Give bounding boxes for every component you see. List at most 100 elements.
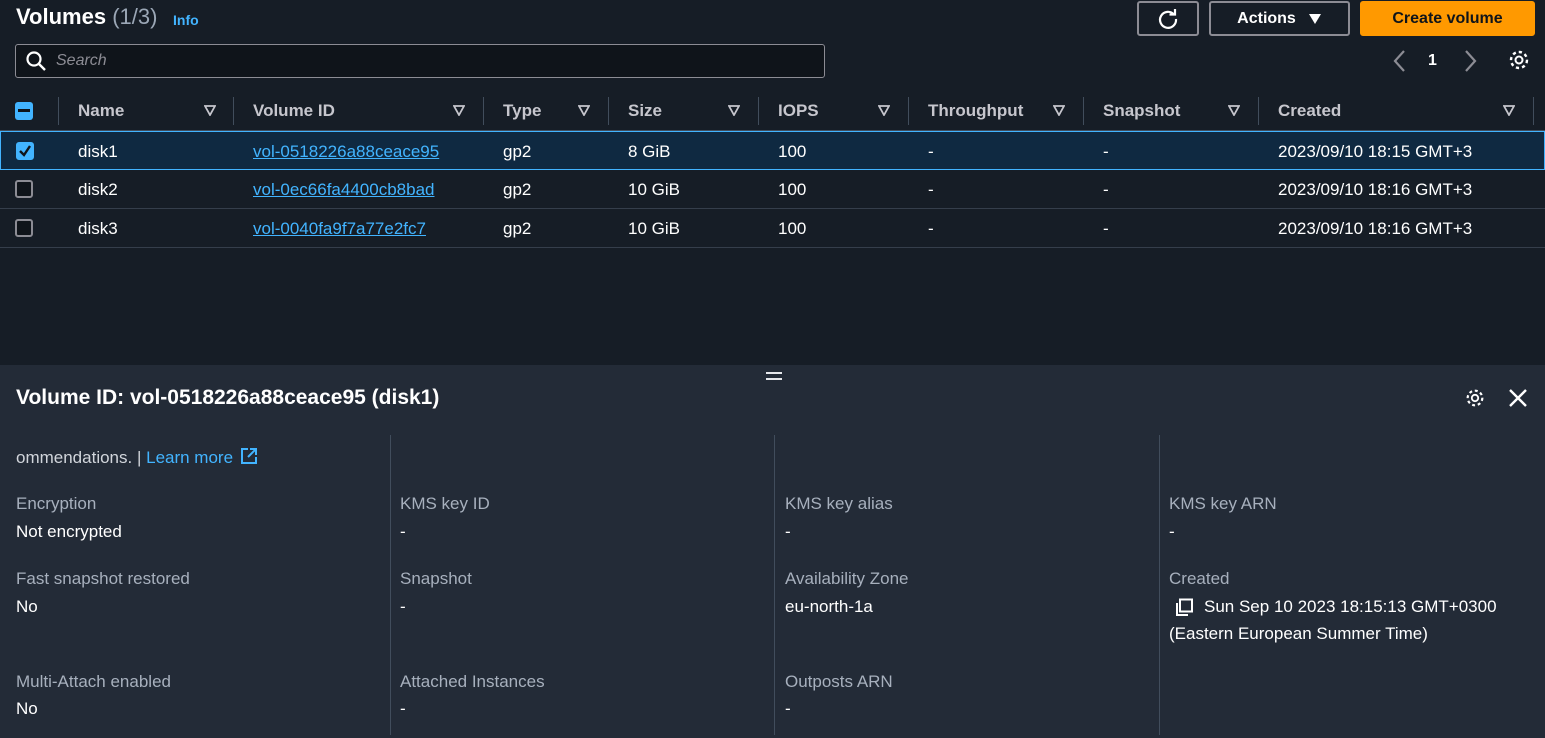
cell-created: 2023/09/10 18:15 GMT+3 <box>1278 141 1473 161</box>
sort-icon <box>728 105 740 116</box>
preferences-gear-icon[interactable] <box>1507 48 1531 72</box>
cell-iops: 100 <box>778 141 807 161</box>
copy-icon[interactable] <box>1175 598 1194 617</box>
row-checkbox[interactable] <box>15 180 33 198</box>
cell-snapshot: - <box>1103 141 1109 161</box>
cell-created: 2023/09/10 18:16 GMT+3 <box>1278 218 1473 238</box>
sort-icon <box>204 105 216 116</box>
row-checkbox[interactable] <box>16 142 34 160</box>
select-all-checkbox[interactable] <box>15 102 33 120</box>
cell-name: disk1 <box>78 141 118 161</box>
cell-throughput: - <box>928 179 934 199</box>
previous-page-icon[interactable] <box>1390 48 1410 74</box>
cell-throughput: - <box>928 218 934 238</box>
column-header-name[interactable]: Name <box>78 91 216 131</box>
cell-name: disk2 <box>78 179 118 199</box>
learn-more-link[interactable]: Learn more <box>146 448 258 467</box>
column-header-type[interactable]: Type <box>503 91 590 131</box>
outposts-arn-label: Outposts ARN <box>785 672 893 691</box>
details-gear-icon[interactable] <box>1464 387 1486 409</box>
volume-id-link[interactable]: vol-0518226a88ceace95 <box>253 142 439 162</box>
cell-type: gp2 <box>503 179 532 199</box>
kms-key-id-value: - <box>400 522 406 541</box>
volume-details-panel: Volume ID: vol-0518226a88ceace95 (disk1)… <box>0 365 1545 738</box>
snapshot-value: - <box>400 597 406 616</box>
cell-size: 10 GiB <box>628 218 680 238</box>
actions-button[interactable]: Actions <box>1209 1 1350 36</box>
encryption-label: Encryption <box>16 494 97 513</box>
table-header: Name Volume ID Type Size IOPS Throughput… <box>0 91 1545 131</box>
sort-icon <box>578 105 590 116</box>
cell-iops: 100 <box>778 218 807 238</box>
kms-key-alias-value: - <box>785 522 791 541</box>
cell-volume-id: vol-0518226a88ceace95 <box>253 132 439 171</box>
availability-zone-value: eu-north-1a <box>785 597 873 616</box>
resize-handle[interactable] <box>766 372 782 384</box>
fast-snapshot-value: No <box>16 597 38 616</box>
sort-icon <box>453 105 465 116</box>
column-header-iops[interactable]: IOPS <box>778 91 890 131</box>
partial-recommendation-text: ommendations. | Learn more <box>16 447 258 468</box>
attached-instances-value: - <box>400 699 406 718</box>
cell-type: gp2 <box>503 141 532 161</box>
table-row[interactable]: disk3 vol-0040fa9f7a77e2fc7 gp2 10 GiB 1… <box>0 209 1545 248</box>
row-checkbox[interactable] <box>15 219 33 237</box>
cell-snapshot: - <box>1103 179 1109 199</box>
table-row[interactable]: disk2 vol-0ec66fa4400cb8bad gp2 10 GiB 1… <box>0 170 1545 209</box>
column-header-size[interactable]: Size <box>628 91 740 131</box>
kms-key-alias-label: KMS key alias <box>785 494 893 513</box>
search-input[interactable] <box>56 52 816 70</box>
fast-snapshot-label: Fast snapshot restored <box>16 569 190 588</box>
close-icon[interactable] <box>1508 388 1528 408</box>
column-header-volume-id[interactable]: Volume ID <box>253 91 465 131</box>
created-label: Created <box>1169 569 1230 588</box>
cell-size: 10 GiB <box>628 179 680 199</box>
column-header-throughput[interactable]: Throughput <box>928 91 1065 131</box>
snapshot-label: Snapshot <box>400 569 472 588</box>
sort-icon <box>878 105 890 116</box>
next-page-icon[interactable] <box>1460 48 1480 74</box>
kms-key-id-label: KMS key ID <box>400 494 490 513</box>
kms-key-arn-value: - <box>1169 522 1175 541</box>
page-title: Volumes (1/3) <box>16 4 158 29</box>
outposts-arn-value: - <box>785 699 791 718</box>
cell-volume-id: vol-0040fa9f7a77e2fc7 <box>253 209 426 248</box>
external-link-icon <box>240 448 257 464</box>
page-number[interactable]: 1 <box>1428 52 1437 70</box>
volumes-panel: Volumes (1/3) Info Actions Create volume… <box>0 0 1545 365</box>
search-icon <box>26 51 46 71</box>
search-bar <box>15 44 825 78</box>
check-icon <box>19 145 31 157</box>
cell-iops: 100 <box>778 179 807 199</box>
cell-volume-id: vol-0ec66fa4400cb8bad <box>253 170 434 209</box>
cell-name: disk3 <box>78 218 118 238</box>
create-volume-button[interactable]: Create volume <box>1360 1 1535 36</box>
caret-down-icon <box>1308 13 1321 24</box>
created-value: Sun Sep 10 2023 18:15:13 GMT+0300 <box>1175 597 1497 617</box>
kms-key-arn-label: KMS key ARN <box>1169 494 1277 513</box>
sort-icon <box>1053 105 1065 116</box>
volume-id-link[interactable]: vol-0ec66fa4400cb8bad <box>253 180 434 200</box>
multi-attach-label: Multi-Attach enabled <box>16 672 171 691</box>
created-timezone: (Eastern European Summer Time) <box>1169 624 1428 643</box>
column-header-created[interactable]: Created <box>1278 91 1515 131</box>
sort-icon <box>1228 105 1240 116</box>
volume-id-link[interactable]: vol-0040fa9f7a77e2fc7 <box>253 219 426 239</box>
table-row[interactable]: disk1 vol-0518226a88ceace95 gp2 8 GiB 10… <box>0 131 1545 170</box>
cell-type: gp2 <box>503 218 532 238</box>
cell-snapshot: - <box>1103 218 1109 238</box>
selection-count: (1/3) <box>112 4 158 29</box>
details-title: Volume ID: vol-0518226a88ceace95 (disk1) <box>16 386 440 409</box>
info-link[interactable]: Info <box>173 12 199 28</box>
attached-instances-label: Attached Instances <box>400 672 545 691</box>
cell-throughput: - <box>928 141 934 161</box>
encryption-value: Not encrypted <box>16 522 122 541</box>
refresh-button[interactable] <box>1137 1 1199 36</box>
sort-icon <box>1503 105 1515 116</box>
refresh-icon <box>1159 8 1178 29</box>
availability-zone-label: Availability Zone <box>785 569 909 588</box>
multi-attach-value: No <box>16 699 38 718</box>
column-header-snapshot[interactable]: Snapshot <box>1103 91 1240 131</box>
cell-size: 8 GiB <box>628 141 671 161</box>
cell-created: 2023/09/10 18:16 GMT+3 <box>1278 179 1473 199</box>
